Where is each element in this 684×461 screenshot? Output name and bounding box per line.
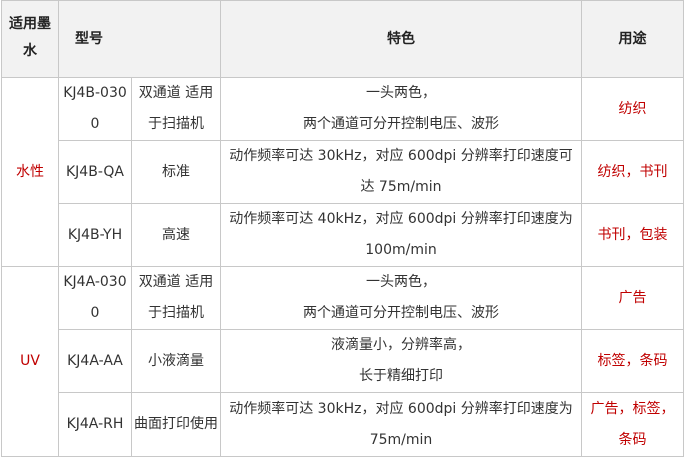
model-cell: KJ4B-0300 [58, 77, 132, 141]
usage-cell: 纺织，书刊 [581, 140, 684, 204]
ink-type-water: 水性 [1, 77, 59, 267]
model-cell: KJ4A-0300 [58, 266, 132, 330]
model-name-cell: 高速 [131, 203, 221, 267]
header-row: 适用墨水 型号 特色 用途 [1, 0, 684, 78]
model-name-cell: 小液滴量 [131, 329, 221, 393]
features-cell: 动作频率可达 30kHz，对应 600dpi 分辨率打印速度为 75m/min [220, 392, 582, 457]
table-row: UV KJ4A-0300 双通道 适用于扫描机 一头两色， 两个通道可分开控制电… [1, 266, 684, 457]
header-model: 型号 [58, 0, 221, 78]
features-cell: 液滴量小，分辨率高， 长于精细打印 [220, 329, 582, 393]
header-features: 特色 [220, 0, 582, 78]
table-row: KJ4A-AA 小液滴量 液滴量小，分辨率高， 长于精细打印 标签，条码 [2, 329, 684, 393]
table-row: KJ4B-YH 高速 动作频率可达 40kHz，对应 600dpi 分辨率打印速… [2, 203, 684, 267]
model-name-cell: 双通道 适用于扫描机 [131, 266, 221, 330]
features-cell: 动作频率可达 40kHz，对应 600dpi 分辨率打印速度为 100m/min [220, 203, 582, 267]
model-cell: KJ4B-YH [58, 203, 132, 267]
table-row: 水性 KJ4B-0300 双通道 适用于扫描机 一头两色， 两个通道可分开控制电… [1, 77, 684, 267]
model-cell: KJ4B-QA [58, 140, 132, 204]
model-name-cell: 曲面打印使用 [131, 392, 221, 457]
features-cell: 一头两色， 两个通道可分开控制电压、波形 [220, 77, 582, 141]
usage-cell: 标签，条码 [581, 329, 684, 393]
model-name-cell: 标准 [131, 140, 221, 204]
header-usage: 用途 [581, 0, 684, 78]
features-cell: 动作频率可达 30kHz，对应 600dpi 分辨率打印速度可达 75m/min [220, 140, 582, 204]
table-row: KJ4A-RH 曲面打印使用 动作频率可达 30kHz，对应 600dpi 分辨… [2, 392, 684, 457]
header-ink: 适用墨水 [1, 0, 59, 78]
ink-type-uv: UV [1, 266, 59, 457]
spec-table: 适用墨水 型号 特色 用途 水性 KJ4B-0300 双通道 适用于扫描机 一头… [1, 0, 684, 457]
usage-cell: 书刊，包装 [581, 203, 684, 267]
model-name-cell: 双通道 适用于扫描机 [131, 77, 221, 141]
usage-cell: 广告 [581, 266, 684, 330]
model-cell: KJ4A-AA [58, 329, 132, 393]
table-row: KJ4B-QA 标准 动作频率可达 30kHz，对应 600dpi 分辨率打印速… [2, 140, 684, 204]
usage-cell: 纺织 [581, 77, 684, 141]
usage-cell: 广告，标签，条码 [581, 392, 684, 457]
features-cell: 一头两色， 两个通道可分开控制电压、波形 [220, 266, 582, 330]
model-cell: KJ4A-RH [58, 392, 132, 457]
